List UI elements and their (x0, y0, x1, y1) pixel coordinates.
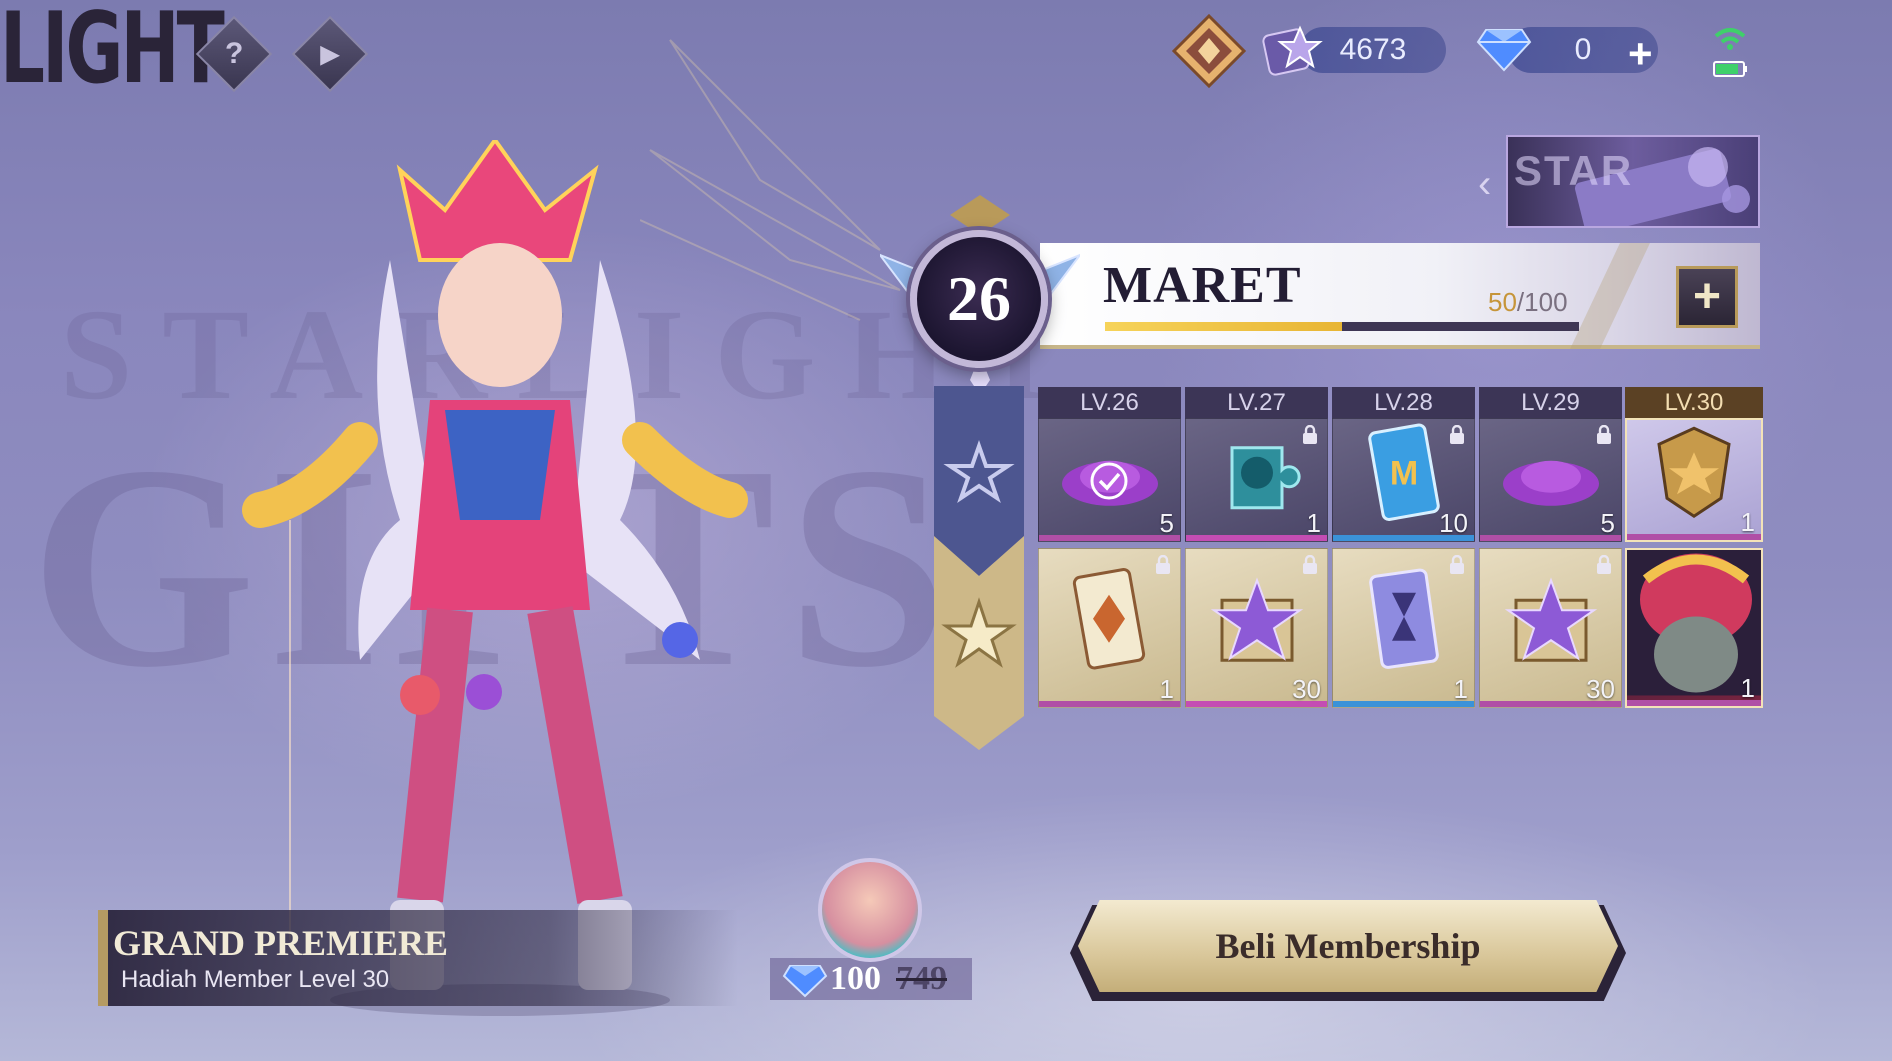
premium-reward-cell[interactable]: 30 (1185, 548, 1328, 708)
free-reward-item (1649, 422, 1739, 527)
lock-icon (1448, 424, 1466, 450)
lock-icon (1450, 554, 1464, 574)
xp-progress-text: 50/100 (1488, 287, 1568, 318)
promo-subtitle: Hadiah Member Level 30 (121, 966, 390, 993)
lock-icon (1154, 554, 1172, 580)
price-original: 749 (896, 960, 947, 997)
banner-left-arrow-icon[interactable]: ‹ (1478, 162, 1491, 207)
lock-icon (1595, 554, 1613, 580)
battery-icon (1713, 61, 1747, 77)
level-header-lv26: LV.26 (1038, 387, 1181, 419)
emblem-shield-icon (1657, 426, 1731, 519)
diamond-amount: 0 (1574, 33, 1592, 66)
level-header-lv28: LV.28 (1332, 387, 1475, 419)
star-fragment-icon (1504, 577, 1597, 662)
free-reward-cell[interactable]: 1 (1625, 418, 1763, 542)
card-book-icon[interactable] (1170, 12, 1248, 90)
lock-icon (1156, 554, 1170, 574)
claimed-check-icon (1090, 462, 1128, 500)
lock-icon (1301, 554, 1319, 580)
premium-reward-item (1065, 565, 1155, 680)
free-reward-cell[interactable]: 1 (1185, 418, 1328, 542)
ticket-icon (1262, 25, 1323, 76)
premium-reward-quantity: 1 (1159, 674, 1174, 704)
xp-total: /100 (1516, 287, 1568, 317)
buy-membership-label: Beli Membership (1215, 926, 1481, 966)
premium-reward-cell[interactable]: 1 (1332, 548, 1475, 708)
level-header-lv27: LV.27 (1185, 387, 1328, 419)
free-reward-quantity: 5 (1600, 508, 1615, 538)
banner-title: STAR (1514, 147, 1634, 194)
free-reward-item (1496, 439, 1606, 514)
ticket-amount: 4673 (1339, 33, 1407, 66)
free-reward-item (1212, 428, 1302, 523)
current-level-number: 26 (947, 263, 1011, 334)
xp-current: 50 (1488, 287, 1517, 317)
avatar-frame-reward (818, 858, 922, 962)
lock-icon (1448, 554, 1466, 580)
star-fragment-icon (1210, 577, 1303, 662)
free-reward-item: M (1364, 422, 1444, 527)
premium-reward-item (1364, 565, 1444, 680)
lock-icon (1597, 554, 1611, 574)
premium-reward-item (1496, 570, 1606, 675)
premium-reward-cell[interactable]: 1 (1625, 548, 1763, 708)
month-title: MARET (1103, 257, 1302, 314)
xp-progress-bar (1105, 322, 1579, 331)
level-header-lv29: LV.29 (1479, 387, 1622, 419)
buy-membership-button[interactable]: Beli Membership (1078, 900, 1618, 992)
free-reward-cell[interactable]: M 10 (1332, 418, 1475, 542)
free-reward-quantity: 1 (1740, 507, 1755, 537)
free-reward-cell[interactable]: 5 (1038, 418, 1181, 542)
promo-title: GRAND PREMIERE (113, 923, 449, 963)
lock-icon (1597, 424, 1611, 444)
free-reward-cell[interactable]: 5 (1479, 418, 1622, 542)
status-indicators (1713, 28, 1747, 77)
skin-trial-card-icon (1072, 568, 1145, 670)
reward-track-column (934, 386, 1024, 750)
price-discounted: 100 (830, 960, 881, 997)
skin-fragment-icon (1230, 446, 1301, 510)
free-reward-quantity: 5 (1159, 508, 1174, 538)
buy-level-button[interactable]: + (1676, 266, 1738, 328)
lock-icon (1303, 424, 1317, 444)
premium-reward-quantity: 1 (1740, 673, 1755, 703)
game-logo: LIGHT (0, 0, 225, 106)
lock-icon (1301, 424, 1319, 450)
current-level-badge: 26 (910, 230, 1048, 368)
play-icon: ▶ (320, 40, 340, 68)
dust-pile-icon (1502, 460, 1599, 506)
card-ticket-icon: M (1367, 423, 1440, 521)
help-icon: ? (224, 36, 244, 70)
premium-reward-quantity: 30 (1292, 674, 1321, 704)
hourglass-ticket-icon (1368, 568, 1439, 669)
premium-reward-cell[interactable]: 1 (1038, 548, 1181, 708)
lock-icon (1595, 424, 1613, 450)
premium-reward-quantity: 1 (1453, 674, 1468, 704)
add-diamonds-button[interactable]: + (1628, 30, 1653, 78)
free-reward-quantity: 10 (1439, 508, 1468, 538)
price-diamond-icon (782, 965, 828, 998)
premium-reward-item (1202, 570, 1312, 675)
level-header-lv30: LV.30 (1625, 387, 1763, 419)
xp-progress-fill (1105, 322, 1342, 331)
lock-icon (1303, 554, 1317, 574)
diamond-icon (1476, 29, 1532, 72)
wifi-icon (1714, 28, 1746, 50)
premium-reward-quantity: 30 (1586, 674, 1615, 704)
svg-text:M: M (1389, 454, 1417, 492)
event-banner[interactable]: STAR (1506, 135, 1760, 228)
premium-reward-cell[interactable]: 30 (1479, 548, 1622, 708)
free-reward-quantity: 1 (1306, 508, 1321, 538)
level-header-streak (1570, 243, 1650, 349)
play-button[interactable]: ▶ (291, 15, 369, 93)
lock-icon (1450, 424, 1464, 444)
hero-character-illustration (242, 140, 748, 1016)
